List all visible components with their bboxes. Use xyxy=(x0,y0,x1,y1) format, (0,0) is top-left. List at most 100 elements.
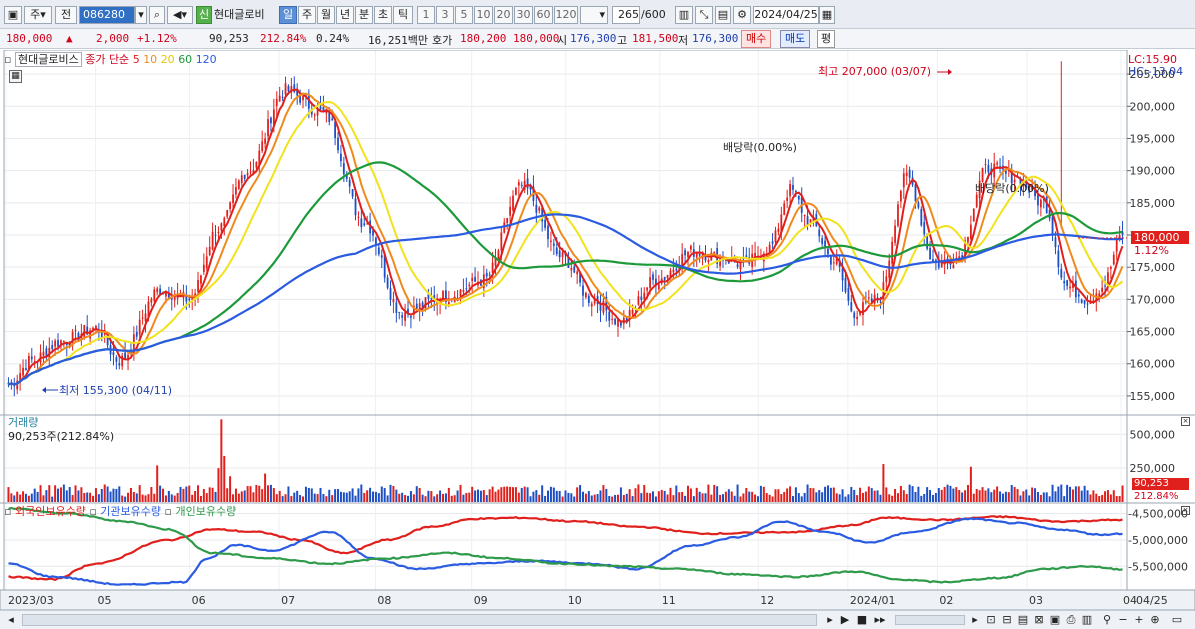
interval-60-button[interactable]: 60 xyxy=(534,6,553,24)
interval-10-button[interactable]: 10 xyxy=(474,6,493,24)
zoom-slider-right-icon[interactable]: ▸ xyxy=(968,613,982,627)
zoom-search-icon[interactable]: ⚲ xyxy=(1100,613,1114,627)
volume-bar xyxy=(418,488,421,502)
new-button[interactable]: 신 xyxy=(196,6,212,24)
volume-bar xyxy=(65,490,68,502)
sound-icon[interactable]: ◀▾ xyxy=(167,6,193,24)
interval-5-button[interactable]: 5 xyxy=(455,6,473,24)
fast-forward-icon[interactable]: ▸▸ xyxy=(873,613,887,627)
volume-bar xyxy=(27,495,30,502)
zoom-reset-icon[interactable]: ⊟ xyxy=(1000,613,1014,627)
zoom-out-button[interactable]: − xyxy=(1116,613,1130,627)
legend-sep-2: ▫ xyxy=(164,505,172,518)
sell-button[interactable]: 매도 xyxy=(780,30,811,48)
period-tick-button[interactable]: 틱 xyxy=(393,6,413,24)
volume-bar xyxy=(844,496,847,502)
buy-button[interactable]: 매수 xyxy=(741,30,772,48)
stop-icon[interactable]: ■ xyxy=(856,613,868,627)
expand-icon[interactable]: ⊠ xyxy=(1032,613,1046,627)
volume-panel-label[interactable]: 거래량 xyxy=(8,416,38,429)
gear-icon[interactable]: ⚙ xyxy=(733,6,751,24)
scroll-left-icon[interactable]: ◂ xyxy=(4,613,18,627)
zoom-fit-icon[interactable]: ⊡ xyxy=(984,613,998,627)
period-minute-button[interactable]: 분 xyxy=(355,6,373,24)
screen-icon[interactable]: ▣ xyxy=(1048,613,1062,627)
volume-pct: 212.84% xyxy=(260,32,307,45)
volume-bar xyxy=(649,493,652,502)
period-year-button[interactable]: 년 xyxy=(336,6,354,24)
panel-toggle-icon[interactable]: ▭ xyxy=(1166,613,1188,627)
candle-body xyxy=(188,298,191,301)
candle-body xyxy=(226,209,229,217)
average-button[interactable]: 평 xyxy=(817,30,836,48)
candle-body xyxy=(57,340,59,347)
candle-body xyxy=(363,223,366,226)
period-type-select[interactable]: 주▾ xyxy=(24,6,52,24)
volume-bar xyxy=(407,495,410,502)
candle-style-icon[interactable]: ▥ xyxy=(675,6,693,24)
count-input[interactable]: 265 xyxy=(612,6,640,24)
play-icon[interactable]: ▶ xyxy=(839,613,851,627)
volume-bar xyxy=(608,495,611,502)
period-week-button[interactable]: 주 xyxy=(298,6,316,24)
scroll-right-icon[interactable]: ▸ xyxy=(824,613,836,627)
candle-body xyxy=(582,285,584,296)
save-icon[interactable]: ▤ xyxy=(715,6,731,24)
candle-body xyxy=(517,182,520,186)
volume-bar xyxy=(229,476,232,502)
candle-body xyxy=(687,251,689,258)
volume-bar xyxy=(713,484,716,502)
holdings-close-icon[interactable]: × xyxy=(1181,506,1190,515)
date-input[interactable]: 2024/04/25 xyxy=(753,6,819,24)
interval-1-button[interactable]: 1 xyxy=(417,6,435,24)
volume-close-icon[interactable]: × xyxy=(1181,417,1190,426)
candle-body xyxy=(558,250,561,258)
zoom-slider[interactable] xyxy=(895,615,965,625)
volume-bar xyxy=(628,489,631,502)
window-icon[interactable]: ▣ xyxy=(4,6,22,24)
candle-body xyxy=(54,340,57,347)
interval-120-button[interactable]: 120 xyxy=(554,6,578,24)
search-icon[interactable]: ⌕ xyxy=(149,6,165,24)
candle-body xyxy=(829,256,832,265)
candle-body xyxy=(996,162,999,165)
volume-bar xyxy=(115,488,118,502)
chart-canvas[interactable]: 205,000200,000195,000190,000185,000180,0… xyxy=(0,50,1195,610)
interval-3-button[interactable]: 3 xyxy=(436,6,454,24)
volume-bar xyxy=(975,489,978,502)
interval-30-button[interactable]: 30 xyxy=(514,6,533,24)
code-dropdown-icon[interactable]: ▾ xyxy=(135,6,147,24)
candle-body xyxy=(512,195,514,211)
legend-menu-icon[interactable]: ▫ xyxy=(4,53,11,66)
period-month-button[interactable]: 월 xyxy=(317,6,335,24)
holdings-menu-icon[interactable]: ▫ xyxy=(4,505,11,518)
calendar-icon[interactable]: ▦ xyxy=(819,6,835,24)
scroll-track[interactable] xyxy=(22,614,817,626)
print-icon[interactable]: ⎙ xyxy=(1064,613,1078,627)
volume-bar xyxy=(541,485,544,502)
volume-bar xyxy=(955,487,958,502)
interval-dropdown[interactable]: ▾ xyxy=(580,6,608,24)
candle-body xyxy=(867,297,870,299)
ask-bid-values: 180,200 180,000 xyxy=(460,32,560,45)
count-total-label: /600 xyxy=(641,8,666,21)
grid-toggle-icon[interactable]: ▤ xyxy=(1016,613,1030,627)
trend-tool-icon[interactable]: ⤡ xyxy=(695,6,713,24)
candle-body xyxy=(205,256,208,269)
zoom-in-button[interactable]: + xyxy=(1132,613,1146,627)
volume-bar xyxy=(905,494,908,502)
calculator-icon[interactable]: ▦ xyxy=(9,70,22,83)
chart-title[interactable]: 현대글로비스 xyxy=(14,52,82,67)
volume-bar xyxy=(756,496,759,502)
period-second-button[interactable]: 초 xyxy=(374,6,392,24)
candle-body xyxy=(25,368,27,370)
capture-icon[interactable]: ▥ xyxy=(1080,613,1094,627)
interval-20-button[interactable]: 20 xyxy=(494,6,513,24)
reset-view-icon[interactable]: ⊕ xyxy=(1148,613,1162,627)
stock-code-input[interactable]: 086280 xyxy=(79,6,135,24)
prev-button[interactable]: 전 xyxy=(55,6,77,24)
price-tick-label: 155,000 xyxy=(1130,390,1176,403)
period-day-button[interactable]: 일 xyxy=(279,6,297,24)
candle-body xyxy=(208,246,211,256)
candle-body xyxy=(1039,199,1042,208)
